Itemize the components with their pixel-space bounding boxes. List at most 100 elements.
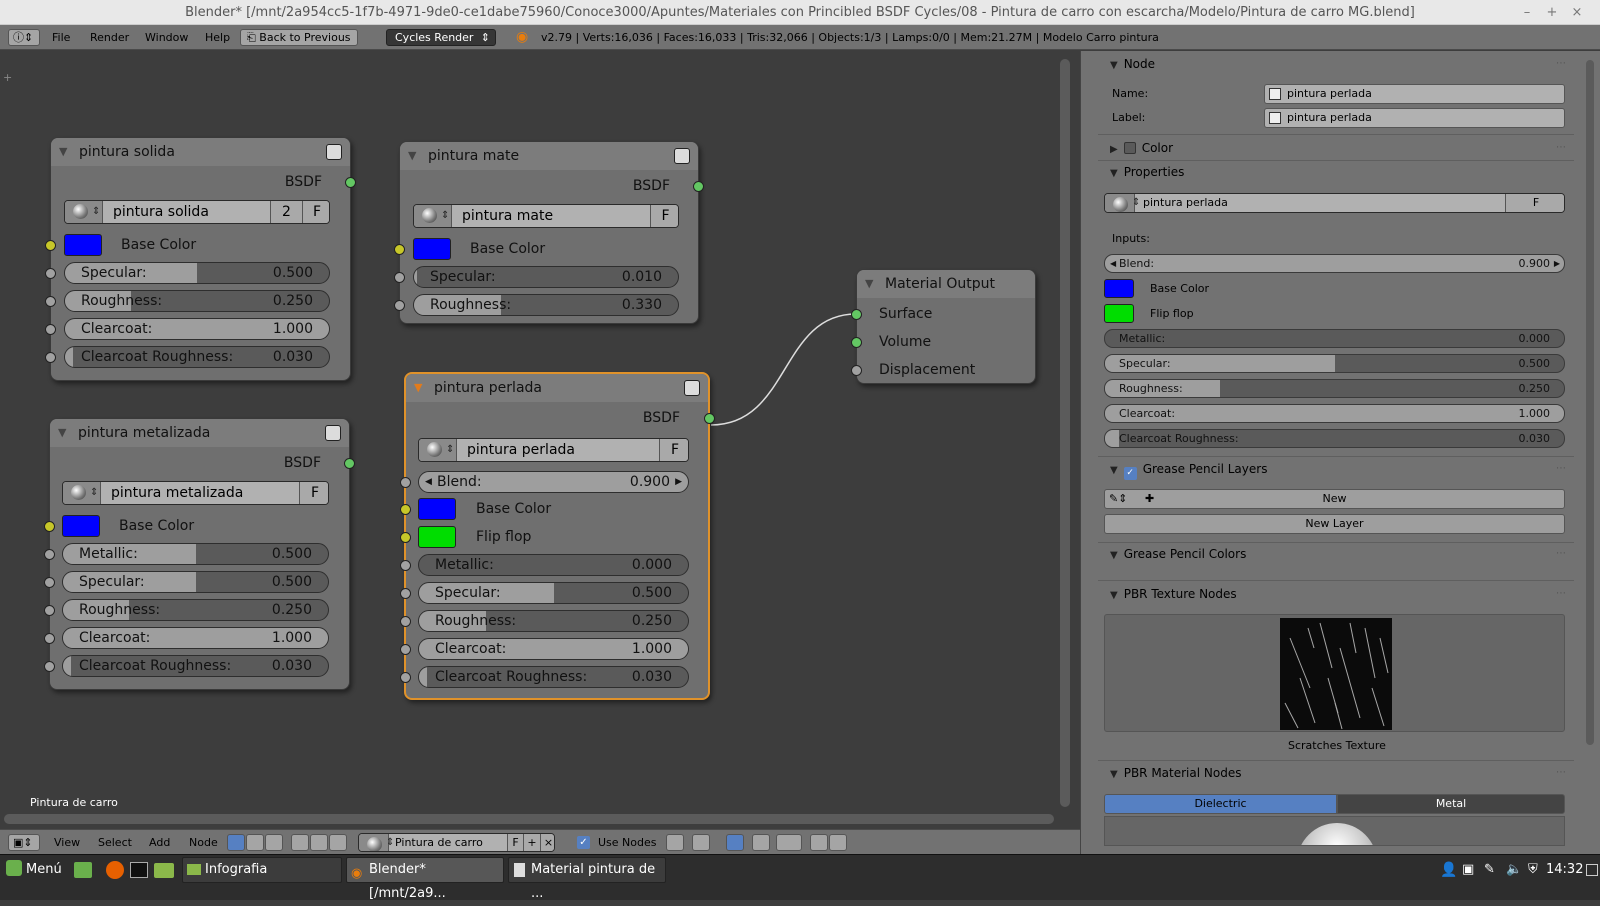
input-socket[interactable] (44, 633, 55, 644)
panel-color-header[interactable]: ▶ Color (1110, 138, 1173, 158)
linestyle-shader-icon[interactable] (329, 834, 347, 851)
editor-type-node-icon[interactable]: ▣⇕ (8, 834, 40, 851)
flip-flop-socket[interactable] (400, 532, 411, 543)
node-preview-icon[interactable] (674, 148, 690, 164)
node-label-value[interactable]: pintura perlada (1287, 111, 1372, 124)
fake-user-toggle[interactable]: F (1505, 194, 1564, 212)
material-sphere-icon[interactable] (414, 205, 452, 227)
panel-drag-icon[interactable]: ⋯ (1556, 58, 1574, 69)
displacement-socket[interactable] (851, 365, 862, 376)
node-label-field[interactable]: pintura perlada (1264, 108, 1565, 128)
panel-drag-icon[interactable]: ⋯ (1556, 463, 1574, 474)
input-socket[interactable] (45, 324, 56, 335)
input-socket[interactable] (394, 272, 405, 283)
panel-input-slider[interactable]: Clearcoat Roughness: 0.030 (1104, 429, 1565, 448)
compositing-nodes-icon[interactable] (246, 834, 264, 851)
copy-nodes-icon[interactable] (810, 834, 828, 851)
taskbar-task-blender[interactable]: ◉ Blender* [/mnt/2a9... (346, 857, 504, 901)
node-pintura-mate[interactable]: ▼ pintura mate BSDF pintura mate F Base … (394, 141, 704, 324)
base-color-socket[interactable] (44, 521, 55, 532)
start-menu-button[interactable]: Menú (6, 855, 62, 885)
panel-node-header[interactable]: ▼ Node (1110, 54, 1155, 74)
node-header[interactable]: ▼ pintura perlada (406, 374, 708, 402)
input-socket[interactable] (44, 605, 55, 616)
input-socket[interactable] (394, 300, 405, 311)
material-name[interactable]: pintura perlada (467, 439, 575, 461)
panel-pbr-texture-header[interactable]: ▼ PBR Texture Nodes (1110, 584, 1237, 604)
material-sphere-icon[interactable] (419, 439, 457, 461)
node-preview-icon[interactable] (326, 144, 342, 160)
input-slider[interactable]: Clearcoat: 1.000 (62, 627, 329, 649)
tab-dielectric[interactable]: Dielectric (1104, 794, 1337, 814)
input-slider[interactable]: Roughness: 0.250 (64, 290, 330, 312)
snap-element-icon[interactable] (776, 834, 802, 851)
surface-socket[interactable] (851, 309, 862, 320)
menu-help[interactable]: Help (205, 25, 230, 50)
files-icon[interactable] (154, 863, 174, 878)
render-engine-select[interactable]: Cycles Render ⇕ (386, 29, 496, 46)
clipboard-icon[interactable]: ▣ (1462, 855, 1474, 885)
input-slider[interactable]: Roughness: 0.250 (62, 599, 329, 621)
panel-pbr-material-header[interactable]: ▼ PBR Material Nodes (1110, 763, 1241, 783)
input-slider[interactable]: Metallic: 0.500 (62, 543, 329, 565)
node-pintura-solida[interactable]: ▼ pintura solida BSDF pintura solida 2 F… (45, 137, 356, 381)
material-selector[interactable]: pintura mate F (413, 204, 679, 228)
panel-input-slider[interactable]: Specular: 0.500 (1104, 354, 1565, 373)
panel-properties-header[interactable]: ▼ Properties (1110, 162, 1184, 182)
editor-type-info-icon[interactable]: ⓘ⇕ (8, 29, 40, 46)
bsdf-output-socket[interactable] (344, 458, 355, 469)
gp-new-button[interactable]: ✎⇕ ✚ New (1104, 489, 1565, 509)
material-browser[interactable]: Pintura de carro F + × (358, 833, 555, 852)
show-desktop-corner-icon[interactable] (1586, 864, 1598, 876)
input-socket[interactable] (45, 268, 56, 279)
panel-material-selector[interactable]: pintura perlada F (1104, 193, 1565, 213)
tab-metal[interactable]: Metal (1337, 794, 1565, 814)
input-slider[interactable]: Clearcoat: 1.000 (64, 318, 330, 340)
arrow-right-icon[interactable]: ▶ (1554, 255, 1560, 272)
material-name[interactable]: pintura metalizada (111, 482, 243, 504)
node-header[interactable]: ▼ pintura metalizada (50, 419, 349, 447)
arrow-left-icon[interactable]: ◀ (1110, 255, 1116, 272)
menu-select[interactable]: Select (98, 830, 132, 855)
panel-base-color-swatch[interactable] (1104, 279, 1134, 298)
input-slider[interactable]: Specular: 0.500 (62, 571, 329, 593)
node-preview-icon[interactable] (684, 380, 700, 396)
arrow-left-icon[interactable]: ◀ (425, 472, 432, 492)
menu-add[interactable]: Add (149, 830, 170, 855)
node-editor[interactable]: + ▼ pintura solida BSDF pintura solida 2… (0, 51, 1080, 846)
taskbar-task-document[interactable]: Material pintura de ... (508, 857, 666, 901)
minimize-button[interactable]: – (1516, 0, 1538, 25)
material-sphere-icon[interactable] (65, 201, 103, 223)
input-slider[interactable]: Specular: 0.500 (64, 262, 330, 284)
clock[interactable]: 14:32 (1546, 855, 1583, 885)
color-checkbox[interactable] (1123, 142, 1136, 154)
pin-icon[interactable] (666, 834, 684, 851)
input-socket[interactable] (400, 644, 411, 655)
backdrop-icon[interactable] (726, 834, 744, 851)
bsdf-output-socket[interactable] (345, 177, 356, 188)
material-users-count[interactable]: 2 (270, 201, 302, 223)
panel-scrollbar[interactable] (1586, 60, 1594, 745)
bsdf-output-socket[interactable] (704, 413, 715, 424)
input-slider[interactable]: Specular: 0.010 (413, 266, 679, 288)
node-name-field[interactable]: pintura perlada (1264, 84, 1565, 104)
blend-slider[interactable]: ◀ Blend: 0.900 ▶ (418, 471, 689, 493)
panel-flip-flop-swatch[interactable] (1104, 304, 1134, 323)
menu-render[interactable]: Render (90, 25, 129, 50)
flip-flop-swatch[interactable] (418, 526, 456, 548)
input-slider[interactable]: Roughness: 0.330 (413, 294, 679, 316)
maximize-button[interactable]: + (1541, 0, 1563, 25)
base-color-socket[interactable] (45, 240, 56, 251)
input-socket[interactable] (400, 672, 411, 683)
base-color-socket[interactable] (400, 504, 411, 515)
panel-gp-colors-header[interactable]: ▼ Grease Pencil Colors (1110, 544, 1246, 564)
blend-socket[interactable] (400, 477, 411, 488)
input-socket[interactable] (44, 577, 55, 588)
fake-user-toggle[interactable]: F (302, 201, 329, 223)
terminal-icon[interactable] (130, 862, 148, 878)
base-color-swatch[interactable] (418, 498, 456, 520)
fake-user-toggle[interactable]: F (650, 205, 678, 227)
fake-user-toggle[interactable]: F (299, 482, 328, 504)
texture-nodes-icon[interactable] (265, 834, 283, 851)
material-sphere-icon[interactable] (1105, 194, 1140, 212)
